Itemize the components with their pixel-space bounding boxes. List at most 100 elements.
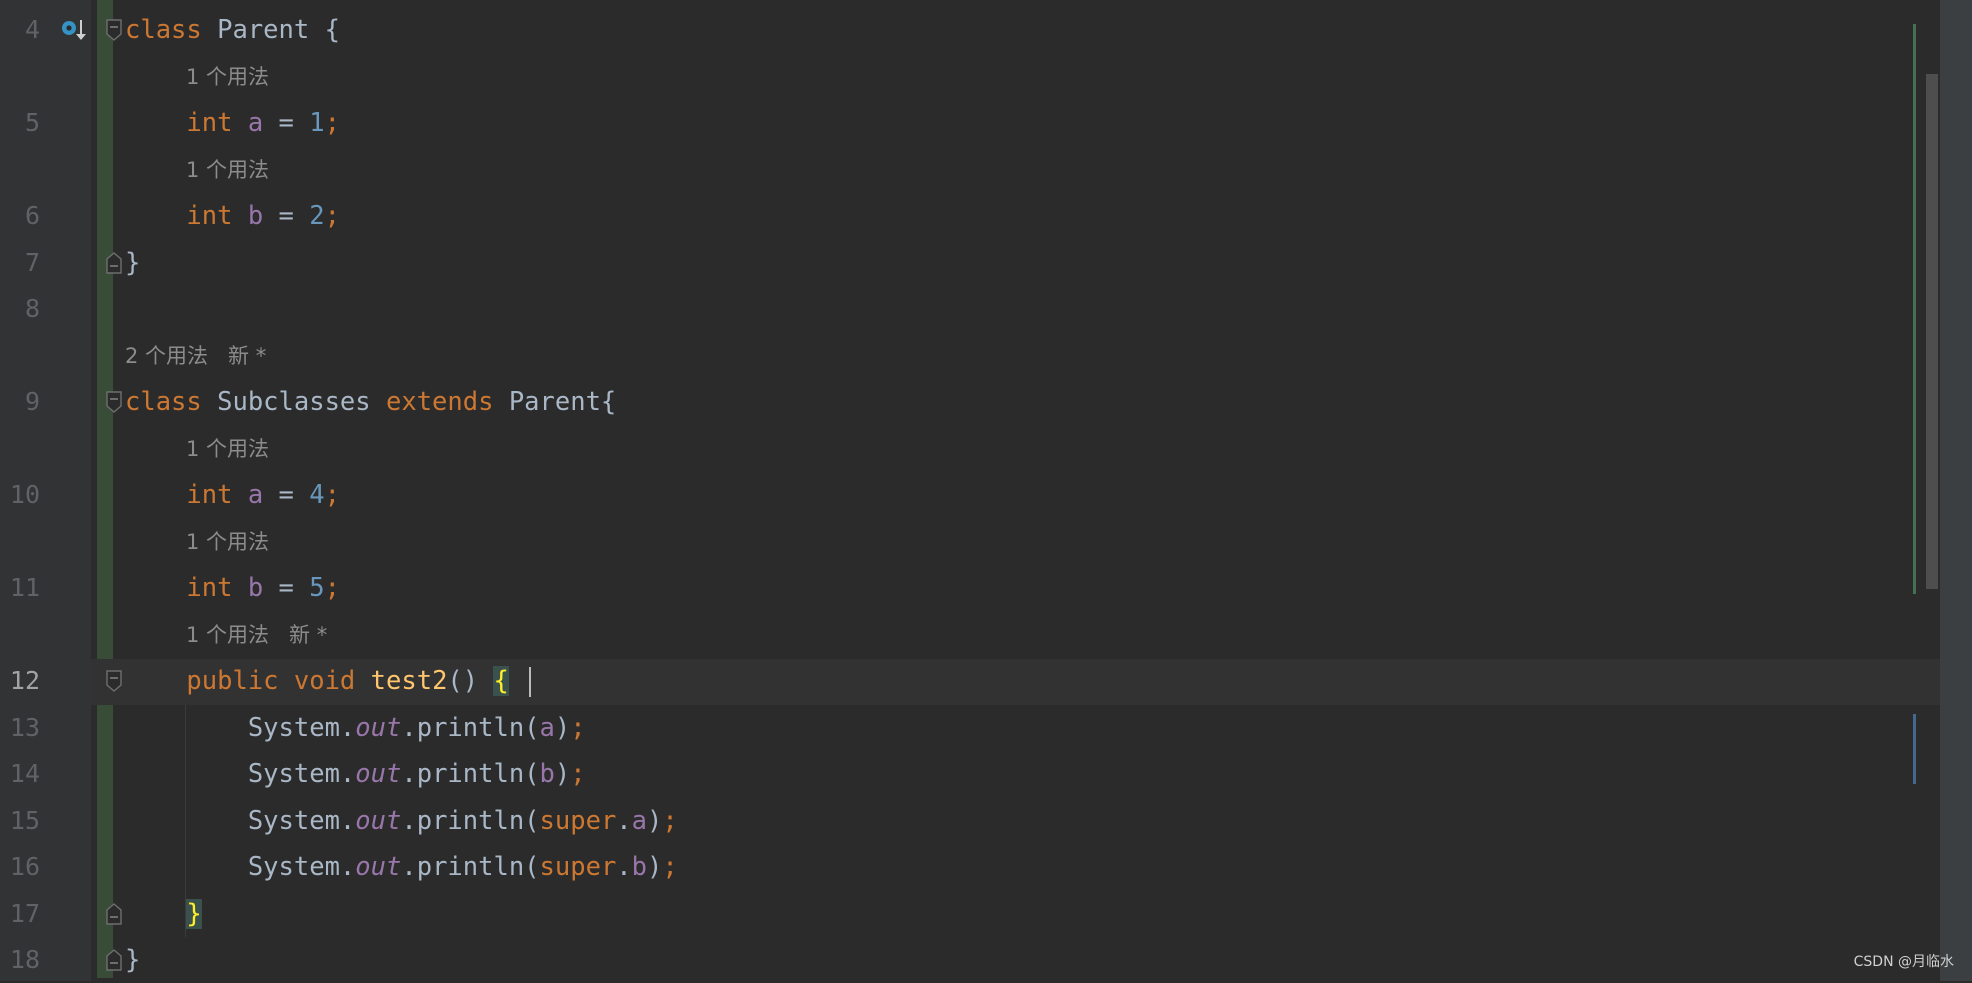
code-token: .println(	[401, 712, 540, 743]
inlay-usages-hint: 1 个用法	[0, 54, 1940, 100]
code-text[interactable]: int b = 5;	[125, 565, 340, 611]
code-token: Subclasses	[201, 387, 386, 417]
usages-hint-text[interactable]: 1 个用法	[186, 54, 269, 100]
code-token: .println(	[401, 759, 540, 789]
usages-hint-text[interactable]: 1 个用法	[186, 426, 269, 472]
fold-collapse-icon[interactable]	[106, 391, 122, 413]
code-token: =	[263, 480, 310, 510]
code-text[interactable]: System.out.println(b);	[125, 751, 586, 797]
code-token: .println(	[401, 852, 540, 882]
code-token: class	[125, 15, 202, 45]
code-token: ;	[324, 573, 340, 603]
code-token: int	[125, 480, 233, 510]
code-token: int	[125, 201, 233, 231]
code-line: 4 class Parent {	[0, 7, 1940, 53]
code-token: )	[647, 852, 663, 882]
scrollbar-thumb[interactable]	[1926, 74, 1938, 589]
code-text[interactable]: class Parent {	[125, 7, 340, 53]
code-line: 12 public void test2() {	[0, 658, 1940, 704]
code-line: 11 int b = 5;	[0, 565, 1940, 611]
line-number: 8	[24, 294, 40, 323]
code-line: 15 System.out.println(super.a);	[0, 798, 1940, 844]
code-line: 5 int a = 1;	[0, 100, 1940, 146]
inlay-usages-hint: 1 个用法	[0, 426, 1940, 472]
code-token: .	[616, 852, 632, 882]
fold-end-icon[interactable]	[106, 902, 122, 925]
code-text[interactable]: }	[125, 937, 140, 983]
fold-collapse-icon[interactable]	[106, 670, 122, 692]
code-token: ;	[662, 852, 678, 882]
line-number: 7	[24, 247, 40, 277]
text-caret	[529, 667, 531, 697]
code-token: 4	[309, 480, 325, 510]
code-token: .println(	[401, 805, 540, 836]
code-text[interactable]: }	[125, 240, 140, 286]
code-token: public void	[125, 666, 356, 696]
code-token: =	[263, 201, 310, 231]
code-text[interactable]: System.out.println(a);	[125, 705, 586, 751]
line-number: 17	[9, 898, 40, 928]
code-token: ;	[570, 759, 586, 789]
code-token: System.	[125, 712, 356, 743]
code-line: 16 System.out.println(super.b);	[0, 844, 1940, 890]
code-token: 2	[309, 201, 325, 231]
code-token: a	[247, 108, 264, 138]
code-text[interactable]: class Subclasses extends Parent{	[125, 379, 616, 425]
line-number: 4	[24, 15, 40, 44]
inlay-usages-hint: 2 个用法 新 *	[0, 333, 1940, 379]
fold-end-icon[interactable]	[106, 251, 122, 274]
fold-end-icon[interactable]	[106, 949, 122, 971]
code-text[interactable]: System.out.println(super.b);	[125, 844, 678, 890]
inlay-usages-hint: 1 个用法	[0, 147, 1940, 193]
code-text[interactable]: int a = 4;	[125, 472, 340, 518]
fold-collapse-icon[interactable]	[106, 19, 122, 41]
code-token: ;	[324, 108, 340, 138]
code-token: ;	[324, 480, 340, 510]
code-text[interactable]: }	[125, 891, 202, 937]
inlay-usages-hint: 1 个用法	[0, 519, 1940, 565]
usages-hint-text[interactable]: 1 个用法	[186, 147, 269, 193]
code-text[interactable]: public void test2() {	[125, 658, 509, 704]
code-token: out	[355, 712, 402, 743]
code-token: b	[539, 759, 555, 789]
matched-brace: {	[493, 666, 509, 696]
code-token: test2	[370, 666, 448, 696]
code-token: a	[631, 805, 648, 836]
code-token: .	[616, 805, 632, 836]
code-line: 6 int b = 2;	[0, 193, 1940, 239]
code-token: b	[631, 852, 648, 882]
usages-hint-text[interactable]: 1 个用法	[186, 519, 269, 565]
line-number: 14	[9, 759, 40, 788]
code-token: =	[263, 108, 310, 138]
change-marker-modified[interactable]	[1913, 714, 1916, 784]
code-token: extends	[386, 387, 494, 417]
code-text[interactable]: int a = 1;	[125, 100, 340, 146]
code-line: 17 }	[0, 891, 1940, 937]
inlay-usages-hint: 1 个用法 新 *	[0, 612, 1940, 658]
code-token: )	[554, 712, 571, 743]
code-token: out	[355, 759, 402, 789]
code-text[interactable]: System.out.println(super.a);	[125, 798, 678, 844]
code-token: System.	[125, 759, 356, 789]
usages-hint-text[interactable]: 1 个用法 新 *	[186, 612, 327, 658]
code-token: int	[125, 108, 233, 138]
code-token: a	[247, 480, 264, 510]
code-token: =	[263, 573, 310, 603]
line-number: 15	[9, 805, 40, 835]
usages-hint-text[interactable]: 2 个用法 新 *	[125, 333, 266, 379]
line-number: 16	[9, 852, 40, 881]
code-line: 10 int a = 4;	[0, 472, 1940, 518]
code-line: 14 System.out.println(b);	[0, 751, 1940, 797]
change-marker-added[interactable]	[1913, 24, 1916, 594]
code-token: a	[539, 712, 555, 743]
watermark: CSDN @月临水	[1853, 954, 1954, 970]
code-text[interactable]: int b = 2;	[125, 193, 340, 239]
line-number: 11	[9, 573, 40, 602]
has-subclasses-icon[interactable]	[60, 18, 86, 42]
code-token: )	[647, 805, 663, 836]
